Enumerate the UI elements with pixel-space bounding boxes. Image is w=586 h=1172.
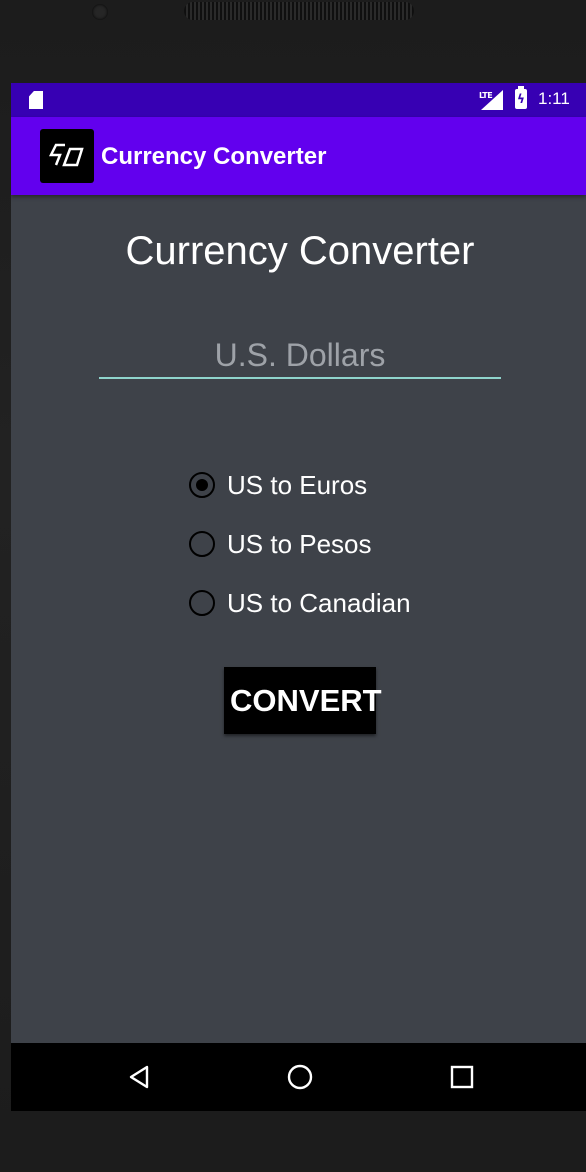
sd-card-icon <box>29 91 43 109</box>
radio-us-to-canadian[interactable]: US to Canadian <box>189 586 411 620</box>
device-frame: LTE ϟ 1:11 Currency Converter Currency C… <box>0 0 586 1172</box>
radio-label: US to Pesos <box>227 528 372 559</box>
radio-us-to-pesos[interactable]: US to Pesos <box>189 527 372 561</box>
radio-button[interactable] <box>189 590 215 616</box>
app-screen: LTE ϟ 1:11 Currency Converter Currency C… <box>11 83 586 1111</box>
front-camera <box>92 4 108 20</box>
status-bar: LTE ϟ 1:11 <box>11 83 586 117</box>
app-bar-title: Currency Converter <box>101 143 327 170</box>
radio-button[interactable] <box>189 531 215 557</box>
recents-icon[interactable] <box>448 1063 476 1091</box>
radio-label: US to Canadian <box>227 587 411 618</box>
currency-converter-logo <box>40 129 94 183</box>
us-dollars-input[interactable] <box>99 333 501 379</box>
radio-us-to-euros[interactable]: US to Euros <box>189 468 367 502</box>
app-bar: Currency Converter <box>11 117 586 195</box>
battery-charging-icon: ϟ <box>515 86 527 109</box>
earpiece-speaker <box>184 2 414 20</box>
navigation-bar <box>11 1043 586 1111</box>
page-title: Currency Converter <box>125 229 475 273</box>
status-time: 1:11 <box>538 89 570 108</box>
back-icon[interactable] <box>125 1063 153 1091</box>
network-type: LTE <box>479 91 493 100</box>
home-icon[interactable] <box>286 1063 314 1091</box>
radio-button-checked[interactable] <box>189 472 215 498</box>
radio-label: US to Euros <box>227 469 368 500</box>
convert-button[interactable]: CONVERT <box>224 667 382 734</box>
